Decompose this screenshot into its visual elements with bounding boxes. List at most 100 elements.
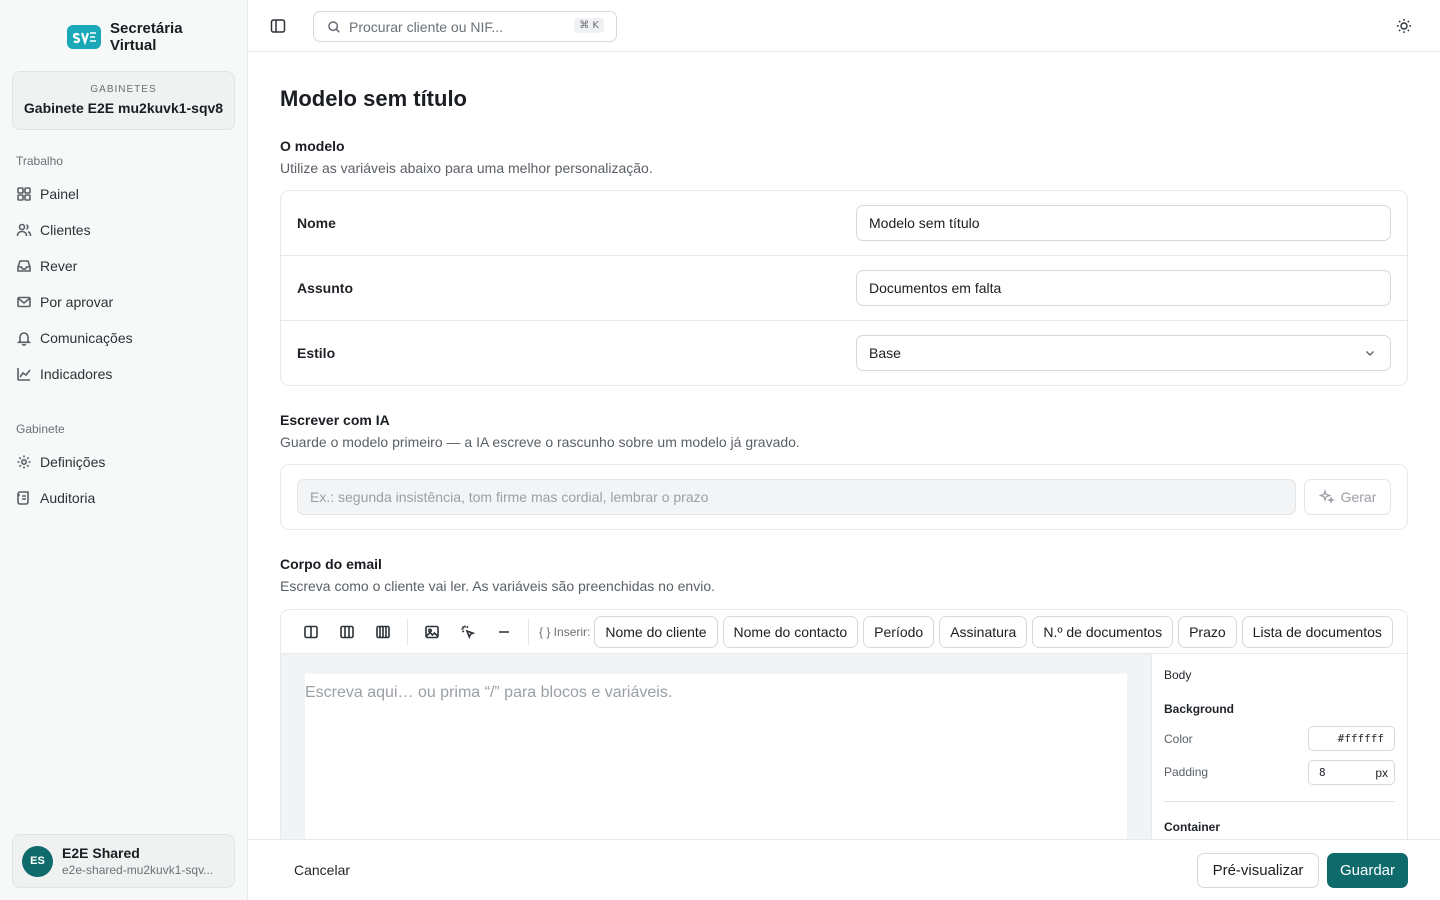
- ai-heading: Escrever com IA: [280, 412, 390, 428]
- generate-button[interactable]: Gerar: [1304, 479, 1391, 515]
- sidebar-item-clientes[interactable]: Clientes: [16, 218, 91, 242]
- sidebar-item-por-aprovar[interactable]: Por aprovar: [16, 290, 113, 314]
- topbar: Procurar cliente ou NIF... ⌘ K: [248, 0, 1440, 52]
- layout-3col-button[interactable]: [365, 617, 401, 647]
- minus-icon: [499, 630, 509, 633]
- ai-prompt-input[interactable]: Ex.: segunda insistência, tom firme mas …: [297, 479, 1296, 515]
- preview-button[interactable]: Pré-visualizar: [1197, 853, 1319, 888]
- padding-unit: px: [1375, 765, 1388, 780]
- columns-three-icon: [340, 625, 354, 638]
- style-label: Estilo: [297, 345, 336, 361]
- sidebar-item-rever[interactable]: Rever: [16, 254, 77, 278]
- editor-placeholder: Escreva aqui… ou prima “/” para blocos e…: [305, 684, 673, 701]
- sidebar-item-comunicacoes[interactable]: Comunicações: [16, 326, 133, 350]
- padding-value: 8: [1319, 766, 1326, 779]
- sidebar-item-indicadores[interactable]: Indicadores: [16, 362, 112, 386]
- layout-2col-button[interactable]: [329, 617, 365, 647]
- editor-content-area[interactable]: Escreva aqui… ou prima “/” para blocos e…: [305, 674, 1127, 839]
- sidebar-item-label: Rever: [40, 258, 78, 274]
- model-heading: O modelo: [280, 138, 345, 154]
- model-subtitle: Utilize as variáveis abaixo para uma mel…: [280, 160, 653, 176]
- workspace-name: Gabinete E2E mu2kuvk1-sqv8: [23, 100, 224, 116]
- cancel-button[interactable]: Cancelar: [294, 862, 350, 878]
- sidebar-item-label: Definições: [40, 454, 106, 470]
- theme-toggle-icon[interactable]: [1396, 18, 1412, 34]
- model-form-card: Nome Modelo sem título Assunto Documento…: [280, 190, 1408, 386]
- variable-chip[interactable]: N.º de documentos: [1032, 615, 1174, 648]
- name-input[interactable]: Modelo sem título: [856, 205, 1391, 241]
- search-icon: [328, 20, 340, 33]
- bell-icon: [16, 332, 32, 346]
- name-label: Nome: [297, 215, 336, 231]
- mail-icon: [17, 296, 31, 308]
- grid-icon: [17, 187, 31, 201]
- variable-chip[interactable]: Assinatura: [939, 615, 1028, 648]
- action-footer: Cancelar Pré-visualizar Guardar: [248, 839, 1440, 900]
- body-subtitle: Escreva como o cliente vai ler. As variá…: [280, 578, 716, 594]
- insert-button-button[interactable]: [450, 617, 486, 647]
- sparkles-icon: [1318, 489, 1335, 504]
- style-select[interactable]: Base: [856, 335, 1391, 371]
- editor-canvas: Escreva aqui… ou prima “/” para blocos e…: [281, 654, 1151, 839]
- style-select-value: Base: [869, 345, 901, 361]
- insert-image-button[interactable]: [414, 617, 450, 647]
- variable-chip[interactable]: Nome do cliente: [594, 615, 718, 648]
- scroll-icon: [17, 491, 29, 505]
- search-placeholder: Procurar cliente ou NIF...: [349, 18, 504, 35]
- gear-icon: [17, 455, 31, 469]
- sidebar-item-label: Auditoria: [40, 490, 96, 506]
- sidebar-item-auditoria[interactable]: Auditoria: [16, 486, 95, 510]
- props-background-heading: Background: [1164, 702, 1235, 716]
- variable-chip[interactable]: Nome do contacto: [722, 615, 859, 648]
- insert-divider-button[interactable]: [486, 617, 522, 647]
- sidebar-toggle-icon[interactable]: [270, 18, 286, 34]
- variable-chip[interactable]: Período: [863, 615, 935, 648]
- layout-1col-button[interactable]: [293, 617, 329, 647]
- subject-input[interactable]: Documentos em falta: [856, 270, 1391, 306]
- background-color-input[interactable]: #ffffff: [1308, 726, 1395, 751]
- inbox-icon: [17, 260, 31, 272]
- sidebar-item-painel[interactable]: Painel: [16, 182, 79, 206]
- main-content: Modelo sem título O modelo Utilize as va…: [248, 52, 1440, 839]
- form-row-name: Nome Modelo sem título: [281, 191, 1407, 256]
- form-row-subject: Assunto Documentos em falta: [281, 256, 1407, 321]
- workspace-label: GABINETES: [90, 84, 157, 95]
- nav-section-office: Gabinete: [16, 422, 65, 436]
- variable-chip[interactable]: Prazo: [1178, 615, 1237, 648]
- image-icon: [425, 625, 439, 638]
- padding-input[interactable]: 8 px: [1308, 760, 1395, 785]
- toolbar-divider: [528, 618, 529, 645]
- props-container-heading: Container: [1164, 820, 1221, 834]
- toolbar-divider: [407, 618, 408, 645]
- app-name: Secretária Virtual: [110, 20, 183, 54]
- workspace-switcher[interactable]: GABINETES Gabinete E2E mu2kuvk1-sqv8: [12, 71, 235, 130]
- columns-four-icon: [376, 625, 390, 638]
- sidebar: Secretária Virtual GABINETES Gabinete E2…: [0, 0, 248, 900]
- save-button[interactable]: Guardar: [1327, 853, 1408, 888]
- user-menu[interactable]: ES E2E Shared e2e-shared-mu2kuvk1-sqv...: [12, 834, 235, 888]
- nav-section-work: Trabalho: [16, 154, 63, 168]
- sidebar-item-definicoes[interactable]: Definições: [16, 450, 105, 474]
- sidebar-item-label: Clientes: [40, 222, 91, 238]
- app-name-line2: Virtual: [110, 37, 157, 54]
- sidebar-item-label: Painel: [40, 186, 79, 202]
- ai-card: Ex.: segunda insistência, tom firme mas …: [280, 464, 1408, 530]
- props-divider: [1164, 801, 1395, 802]
- columns-one-icon: [304, 625, 318, 638]
- search-input[interactable]: Procurar cliente ou NIF... ⌘ K: [313, 11, 617, 42]
- chart-icon: [17, 368, 31, 381]
- logo-icon: [66, 22, 102, 52]
- app-name-line1: Secretária: [110, 20, 183, 37]
- body-heading: Corpo do email: [280, 556, 382, 572]
- page-title: Modelo sem título: [280, 86, 467, 111]
- props-padding-label: Padding: [1164, 765, 1209, 779]
- variable-chip[interactable]: Lista de documentos: [1241, 615, 1393, 648]
- email-editor: { } Inserir: Nome do cliente Nome do con…: [280, 609, 1408, 839]
- form-row-style: Estilo Base: [281, 321, 1407, 386]
- subject-label: Assunto: [297, 280, 353, 296]
- sidebar-item-label: Comunicações: [40, 330, 133, 346]
- properties-panel: Body Background Color #ffffff Padding 8 …: [1151, 654, 1407, 839]
- app-logo[interactable]: Secretária Virtual: [66, 20, 183, 54]
- sidebar-item-label: Por aprovar: [40, 294, 114, 310]
- generate-label: Gerar: [1340, 489, 1377, 505]
